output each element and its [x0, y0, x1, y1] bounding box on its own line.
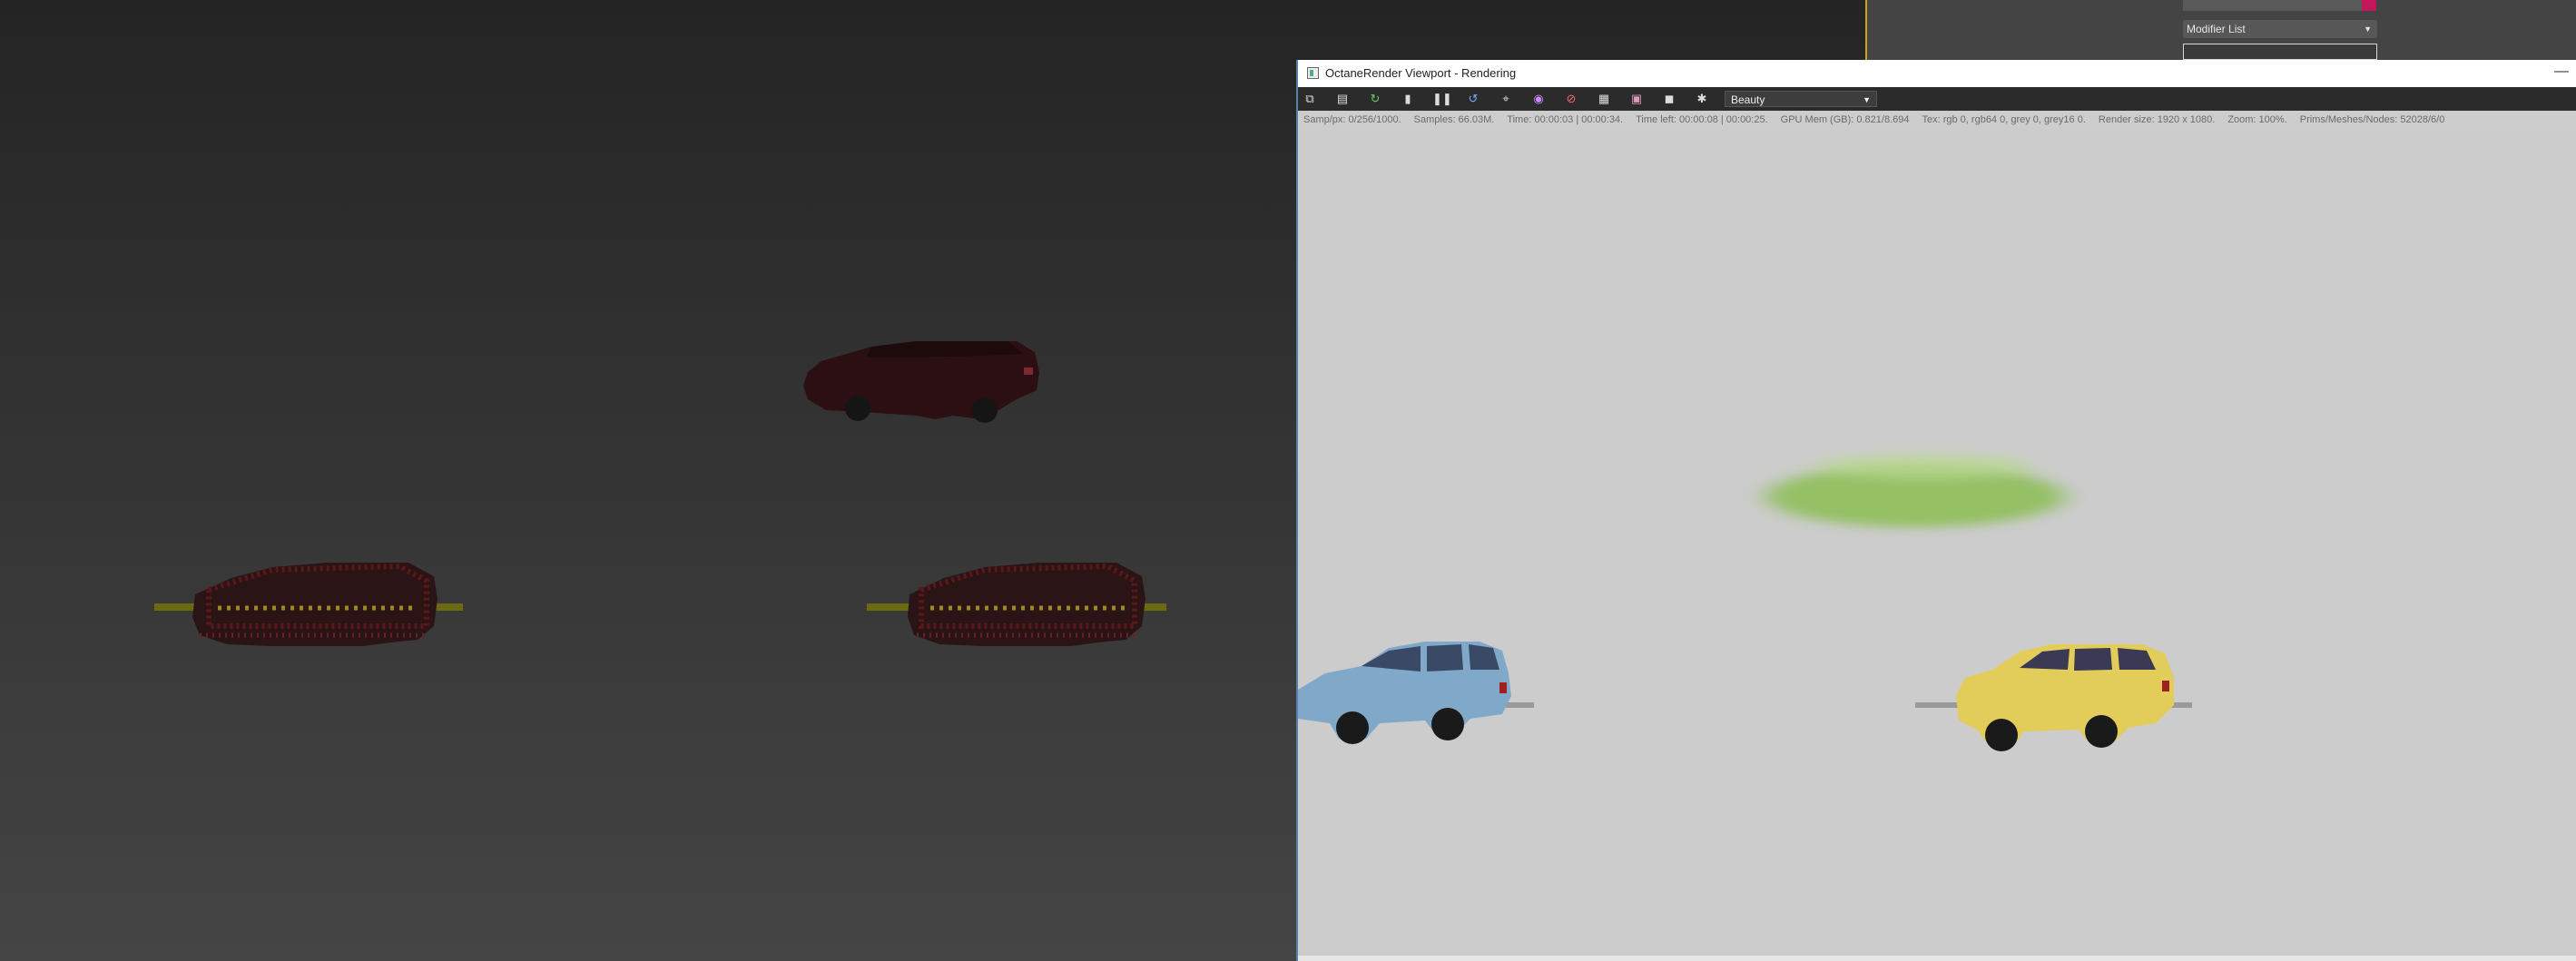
octane-toolbar: ⧉ ▤ ↻ ▮ ❚❚ ↺ ⌖ ◉ ⊘ ▦ ▣ ◼ ✱ Beauty ▼ — [1298, 87, 2576, 112]
dark-red-car — [803, 341, 1039, 423]
modifier-list-label: Modifier List — [2187, 23, 2246, 35]
status-tex: Tex: rgb 0, rgb64 0, grey 0, grey16 0. — [1922, 114, 2086, 125]
status-render-size: Render size: 1920 x 1080. — [2098, 114, 2216, 125]
chevron-down-icon: ▼ — [1863, 95, 1871, 104]
octane-viewport-window: OctaneRender Viewport - Rendering — ⧉ ▤ … — [1296, 60, 2576, 961]
restart-icon[interactable]: ↺ — [1465, 91, 1481, 107]
camera-icon[interactable]: ◼ — [1661, 91, 1677, 107]
render-canvas[interactable] — [1298, 129, 2576, 956]
pause-icon[interactable]: ❚❚ — [1432, 91, 1452, 107]
pointcloud-car-right — [867, 563, 1166, 646]
status-time-left: Time left: 00:00:08 | 00:00:25. — [1636, 114, 1768, 125]
render-pass-select[interactable]: Beauty ▼ — [1725, 91, 1877, 107]
octane-app-icon — [1307, 67, 1319, 79]
window-title: OctaneRender Viewport - Rendering — [1325, 66, 1517, 80]
viewport-scene — [154, 341, 1166, 646]
blue-car — [1298, 642, 1534, 744]
status-samples-per-pixel: Samp/px: 0/256/1000. — [1303, 114, 1401, 125]
settings-icon[interactable]: ✱ — [1694, 91, 1710, 107]
status-samples: Samples: 66.03M. — [1413, 114, 1495, 125]
status-time: Time: 00:00:03 | 00:00:34. — [1507, 114, 1624, 125]
pointcloud-car-left — [154, 563, 463, 646]
send-scene-icon[interactable]: ⧉ — [1302, 91, 1318, 107]
status-zoom: Zoom: 100%. — [2227, 114, 2287, 125]
status-gpu-mem: GPU Mem (GB): 0.821/8.694 — [1780, 114, 1910, 125]
modifier-list-dropdown[interactable]: Modifier List ▼ — [2183, 20, 2377, 38]
minimize-button[interactable]: — — [2552, 60, 2571, 87]
rendered-scene — [1298, 454, 2192, 751]
render-status-bar: Samp/px: 0/256/1000. Samples: 66.03M. Time… — [1298, 111, 2576, 129]
chevron-down-icon: ▼ — [2364, 25, 2372, 34]
save-icon[interactable]: ▮ — [1400, 91, 1416, 107]
render-pass-value: Beauty — [1731, 93, 1765, 106]
refresh-icon[interactable]: ↻ — [1367, 91, 1383, 107]
modifier-stack[interactable] — [2183, 44, 2377, 60]
object-name-field[interactable] — [2183, 0, 2365, 11]
yellow-car — [1915, 644, 2192, 751]
window-bottom-edge — [1298, 956, 2576, 961]
object-color-swatch[interactable] — [2362, 0, 2376, 11]
open-icon[interactable]: ▤ — [1334, 91, 1351, 107]
film-icon[interactable]: ▦ — [1596, 91, 1612, 107]
color-picker-icon[interactable]: ◉ — [1530, 91, 1547, 107]
clear-icon[interactable]: ⊘ — [1563, 91, 1579, 107]
status-prims: Prims/Meshes/Nodes: 52028/6/0 — [2299, 114, 2445, 125]
print-icon[interactable]: ▣ — [1628, 91, 1645, 107]
region-icon[interactable]: ⌖ — [1498, 91, 1514, 107]
green-car-motion-blur — [1765, 454, 2065, 527]
window-titlebar[interactable]: OctaneRender Viewport - Rendering — — [1298, 60, 2576, 87]
